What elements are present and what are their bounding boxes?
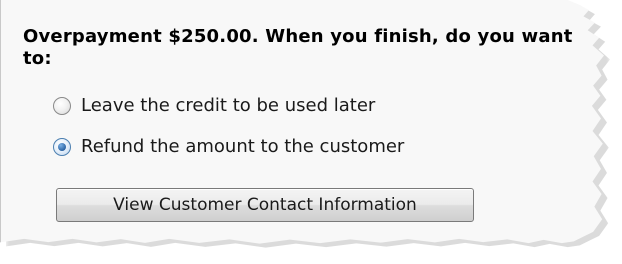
radio-unselected-icon[interactable]	[53, 97, 71, 115]
option-leave-credit-label: Leave the credit to be used later	[81, 95, 376, 116]
overpayment-panel: Overpayment $250.00. When you finish, do…	[0, 0, 604, 244]
radio-selected-dot	[58, 143, 66, 151]
option-refund-customer[interactable]: Refund the amount to the customer	[53, 136, 404, 158]
option-refund-customer-label: Refund the amount to the customer	[81, 136, 405, 157]
overpayment-heading: Overpayment $250.00. When you finish, do…	[23, 26, 573, 69]
view-customer-contact-button-label: View Customer Contact Information	[113, 195, 417, 215]
screenshot-frame: Overpayment $250.00. When you finish, do…	[0, 0, 622, 264]
view-customer-contact-button[interactable]: View Customer Contact Information	[56, 188, 474, 222]
radio-selected-icon[interactable]	[53, 138, 71, 156]
option-leave-credit[interactable]: Leave the credit to be used later	[53, 95, 375, 117]
